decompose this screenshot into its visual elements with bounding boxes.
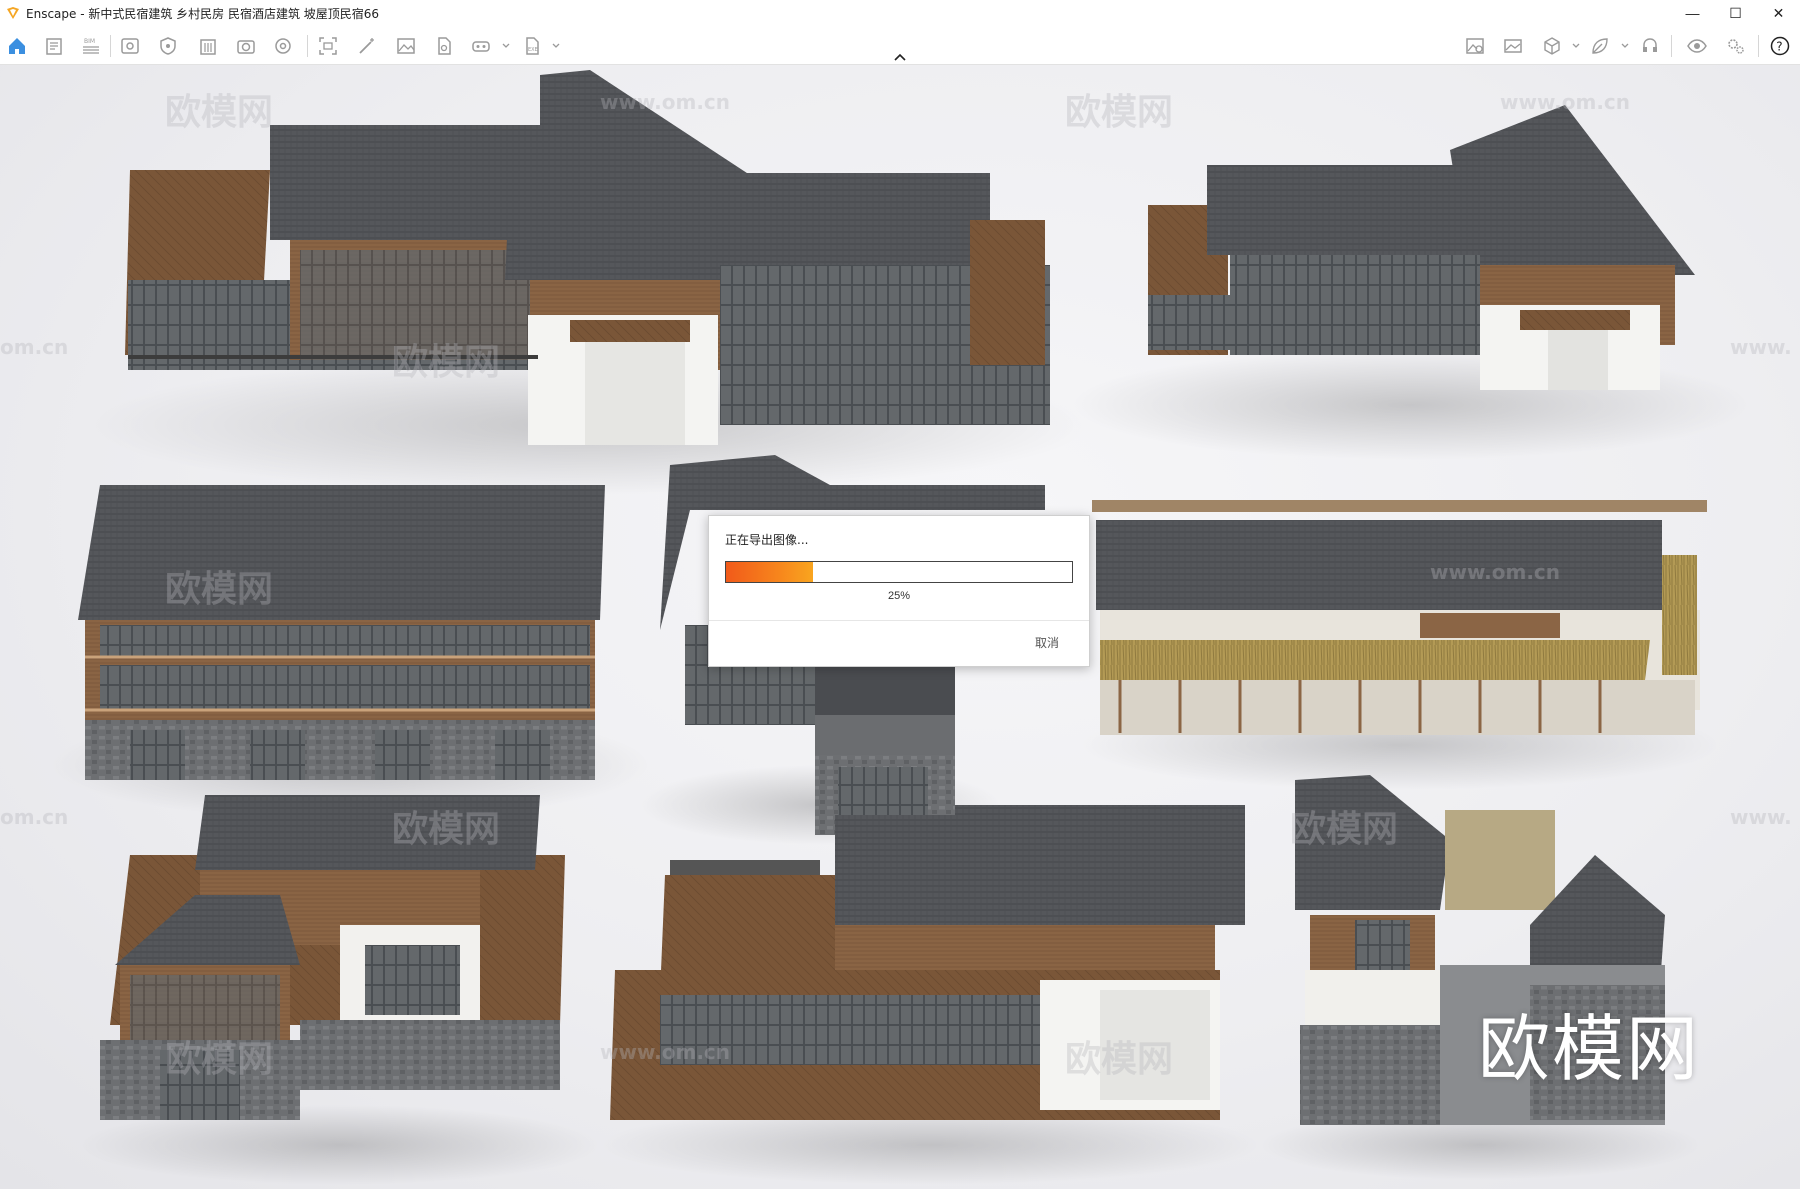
watermark-brand: 欧模网	[165, 92, 274, 133]
enscape-logo-icon	[7, 7, 19, 19]
svg-text:EXE: EXE	[528, 47, 538, 53]
gear-icon[interactable]	[1723, 34, 1747, 58]
close-button[interactable]: ✕	[1757, 0, 1800, 26]
cube-icon[interactable]	[1540, 34, 1564, 58]
image-icon[interactable]	[394, 34, 418, 58]
notes-icon[interactable]	[42, 34, 66, 58]
toolbar-separator	[1671, 35, 1672, 57]
dialog-title: 正在导出图像...	[725, 533, 809, 547]
asset-icon[interactable]	[432, 34, 456, 58]
svg-text:?: ?	[1776, 40, 1782, 54]
watermark-url: www.om.cn	[1500, 90, 1631, 114]
watermark-url: www.om.cn	[600, 90, 731, 114]
export-icon[interactable]: EXE	[520, 34, 544, 58]
watermark-logo-large: 欧模网	[1478, 1007, 1701, 1091]
maximize-button[interactable]: ☐	[1714, 0, 1757, 26]
building-c	[78, 485, 605, 780]
watermark-brand: 欧模网	[1065, 1039, 1174, 1080]
screenshot-icon[interactable]	[316, 34, 340, 58]
export-progress-dialog: 正在导出图像... 25% 取消	[708, 515, 1090, 667]
building-icon[interactable]	[196, 34, 220, 58]
minimize-button[interactable]: —	[1671, 0, 1714, 26]
toolbar-separator	[110, 35, 111, 57]
cancel-button[interactable]: 取消	[1035, 634, 1059, 651]
chevron-down-icon[interactable]	[501, 41, 511, 51]
watermark-url: www.om.cn	[600, 1040, 731, 1064]
watermark-brand: 欧模网	[392, 342, 501, 383]
watermark-url: www.	[1730, 335, 1792, 359]
shield-icon[interactable]	[156, 34, 180, 58]
building-b	[1148, 105, 1695, 390]
watermark-brand: 欧模网	[165, 569, 274, 610]
progress-bar	[725, 561, 1073, 583]
vr-export-icon[interactable]	[469, 34, 493, 58]
dialog-divider	[709, 620, 1089, 621]
progress-percent: 25%	[887, 590, 911, 602]
leaf-icon[interactable]	[1588, 34, 1612, 58]
watermark-brand: 欧模网	[1290, 809, 1399, 850]
svg-text:BIM: BIM	[84, 38, 95, 45]
view-icon[interactable]	[118, 34, 142, 58]
camera-add-icon[interactable]	[234, 34, 258, 58]
settings-wheel-icon[interactable]	[271, 34, 295, 58]
window-controls: — ☐ ✕	[1671, 0, 1800, 26]
help-icon[interactable]: ?	[1768, 34, 1792, 58]
toolbar-separator	[307, 35, 308, 57]
window-title: Enscape - 新中式民宿建筑 乡村民房 民宿酒店建筑 坡屋顶民宿66	[26, 6, 380, 21]
building-e	[1092, 500, 1707, 735]
image-settings-icon[interactable]	[1463, 34, 1487, 58]
panorama-icon[interactable]	[1501, 34, 1525, 58]
chevron-up-icon[interactable]	[892, 52, 908, 62]
watermark-brand: 欧模网	[392, 809, 501, 850]
watermark-url: om.cn	[0, 335, 69, 359]
magic-wand-icon[interactable]	[355, 34, 379, 58]
progress-bar-fill	[726, 562, 813, 582]
bim-icon[interactable]: BIM	[79, 34, 103, 58]
window-titlebar: Enscape - 新中式民宿建筑 乡村民房 民宿酒店建筑 坡屋顶民宿66 — …	[0, 0, 1800, 26]
chevron-down-icon[interactable]	[1571, 41, 1581, 51]
watermark-brand: 欧模网	[1065, 92, 1174, 133]
watermark-url: www.	[1730, 805, 1792, 829]
chevron-down-icon[interactable]	[551, 41, 561, 51]
chevron-down-icon[interactable]	[1620, 41, 1630, 51]
headset-icon[interactable]	[1638, 34, 1662, 58]
watermark-url: www.om.cn	[1430, 560, 1561, 584]
eye-icon[interactable]	[1685, 34, 1709, 58]
home-icon[interactable]	[5, 34, 29, 58]
toolbar-separator	[1758, 35, 1759, 57]
watermark-url: om.cn	[0, 805, 69, 829]
watermark-brand: 欧模网	[165, 1039, 274, 1080]
